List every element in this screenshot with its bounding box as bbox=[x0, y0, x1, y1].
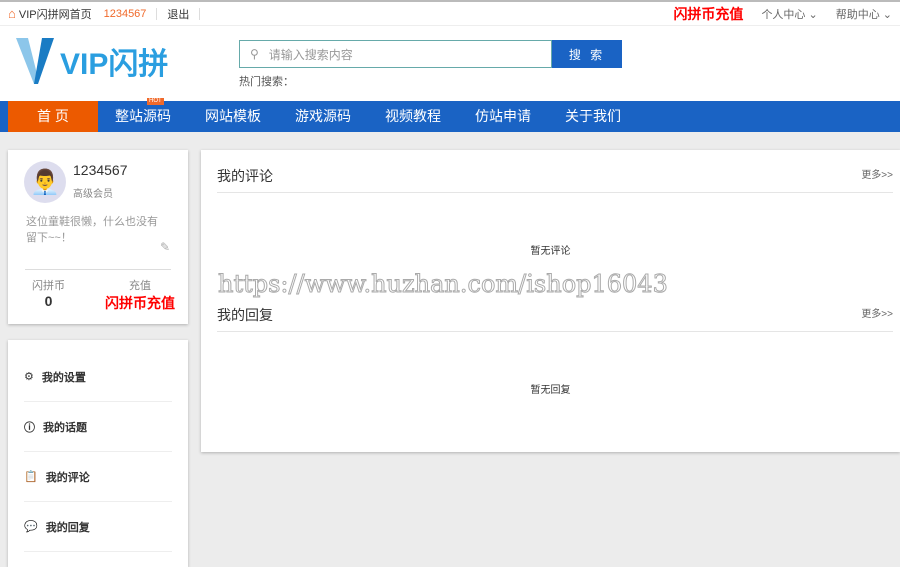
search-input[interactable]: ⚲ 请输入搜索内容 bbox=[239, 40, 552, 68]
gear-icon: ⚙ bbox=[24, 371, 34, 383]
logo-text: VIP闪拼 bbox=[60, 48, 169, 81]
search-icon: ⚲ bbox=[250, 47, 259, 61]
replies-title: 我的回复 bbox=[217, 307, 273, 323]
bio: 这位童鞋很懒，什么也没有留下~~！ bbox=[26, 216, 158, 244]
replies-header: 我的回复 更多>> bbox=[217, 305, 893, 332]
logout-link[interactable]: 退出 bbox=[167, 6, 189, 22]
nav-full-source[interactable]: 整站源码 HOT bbox=[98, 98, 188, 132]
search-placeholder: 请输入搜索内容 bbox=[268, 47, 353, 62]
menu-comments[interactable]: 📋 我的评论 bbox=[24, 452, 172, 502]
avatar[interactable]: 👨‍💼 bbox=[24, 161, 66, 203]
menu-label: 我的评论 bbox=[45, 471, 90, 484]
chat-icon: 💬 bbox=[24, 521, 38, 533]
question-icon: ⓘ bbox=[24, 421, 35, 434]
nav-video-tutorials[interactable]: 视频教程 bbox=[368, 101, 458, 132]
username: 1234567 bbox=[73, 162, 128, 178]
comments-title: 我的评论 bbox=[217, 168, 273, 184]
personal-label: 个人中心 bbox=[761, 8, 806, 21]
home-label: VIP闪拼网首页 bbox=[18, 8, 92, 21]
comments-more-link[interactable]: 更多>> bbox=[861, 166, 893, 186]
divider bbox=[25, 269, 171, 270]
menu-label: 我的话题 bbox=[43, 421, 87, 434]
top-bar: ⌂ VIP闪拼网首页 1234567 退出 闪拼币充值 个人中心 ⌄ 帮助中心 ⌄ bbox=[0, 0, 900, 26]
search-button[interactable]: 搜 索 bbox=[552, 40, 622, 68]
menu-settings[interactable]: ⚙ 我的设置 bbox=[24, 352, 172, 402]
user-link[interactable]: 1234567 bbox=[104, 8, 147, 20]
nav-label: 整站源码 bbox=[115, 108, 171, 124]
divider bbox=[199, 7, 201, 20]
home-link[interactable]: ⌂ VIP闪拼网首页 bbox=[8, 6, 92, 22]
recharge-stat: 充值 闪拼币充值 bbox=[100, 277, 180, 313]
nav-about[interactable]: 关于我们 bbox=[548, 101, 638, 132]
main-nav: 首 页 整站源码 HOT 网站模板 游戏源码 视频教程 仿站申请 关于我们 bbox=[0, 98, 900, 132]
hot-badge: HOT bbox=[147, 98, 164, 105]
nav-home[interactable]: 首 页 bbox=[8, 101, 98, 132]
logo-v-icon bbox=[16, 38, 54, 84]
recharge-link[interactable]: 闪拼币充值 bbox=[673, 4, 743, 24]
coin-label: 闪拼币 bbox=[32, 280, 65, 292]
menu-label: 我的回复 bbox=[45, 521, 90, 534]
nav-templates[interactable]: 网站模板 bbox=[188, 101, 278, 132]
hot-search-label: 热门搜索： bbox=[239, 76, 294, 88]
main-panel: 我的评论 更多>> 暂无评论 我的回复 更多>> 暂无回复 bbox=[201, 150, 900, 452]
member-level: 高级会员 bbox=[73, 189, 113, 200]
replies-empty: 暂无回复 bbox=[530, 385, 571, 396]
clipboard-icon: 📋 bbox=[24, 471, 38, 483]
recharge-label: 充值 bbox=[129, 280, 151, 292]
comments-header: 我的评论 更多>> bbox=[217, 166, 893, 193]
coin-value: 0 bbox=[44, 293, 53, 309]
comments-empty: 暂无评论 bbox=[530, 246, 571, 257]
menu-topics[interactable]: ⓘ 我的话题 bbox=[24, 402, 172, 452]
user-menu: ⚙ 我的设置 ⓘ 我的话题 📋 我的评论 💬 我的回复 bbox=[8, 340, 188, 567]
help-center-menu[interactable]: 帮助中心 ⌄ bbox=[836, 6, 892, 22]
recharge-profile-link[interactable]: 闪拼币充值 bbox=[100, 293, 180, 313]
coin-stat: 闪拼币 0 bbox=[32, 277, 65, 309]
chevron-down-icon: ⌄ bbox=[882, 8, 892, 21]
menu-replies[interactable]: 💬 我的回复 bbox=[24, 502, 172, 552]
replies-more-link[interactable]: 更多>> bbox=[861, 305, 893, 325]
home-icon: ⌂ bbox=[8, 6, 16, 21]
help-label: 帮助中心 bbox=[835, 8, 880, 21]
nav-clone-request[interactable]: 仿站申请 bbox=[458, 101, 548, 132]
edit-icon[interactable]: ✎ bbox=[160, 240, 170, 254]
header: VIP闪拼 ⚲ 请输入搜索内容 搜 索 热门搜索： bbox=[0, 26, 900, 101]
search-form: ⚲ 请输入搜索内容 搜 索 bbox=[239, 40, 622, 68]
chevron-down-icon: ⌄ bbox=[808, 8, 818, 21]
menu-label: 我的设置 bbox=[41, 371, 86, 384]
logo[interactable]: VIP闪拼 bbox=[16, 38, 168, 84]
divider bbox=[156, 7, 158, 20]
personal-center-menu[interactable]: 个人中心 ⌄ bbox=[761, 6, 817, 22]
profile-card: 👨‍💼 1234567 高级会员 这位童鞋很懒，什么也没有留下~~！ ✎ 闪拼币… bbox=[8, 150, 188, 324]
nav-game-source[interactable]: 游戏源码 bbox=[278, 101, 368, 132]
